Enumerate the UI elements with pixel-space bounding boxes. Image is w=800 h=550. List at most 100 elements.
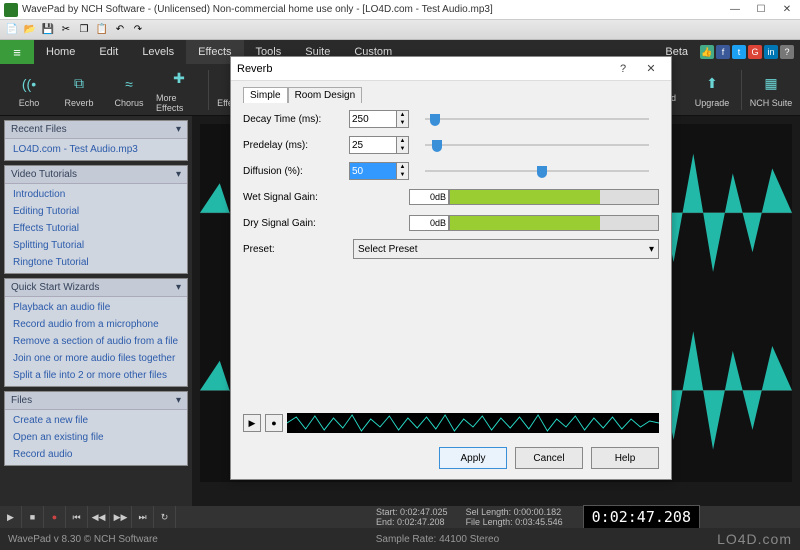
decay-spinner[interactable]: ▲▼ — [397, 110, 409, 128]
upgrade-icon: ⬆ — [700, 72, 724, 96]
predelay-input[interactable]: 25 — [349, 136, 397, 154]
watermark: LO4D.com — [717, 531, 792, 547]
wet-gain-label: Wet Signal Gain: — [243, 192, 349, 203]
tutorial-link[interactable]: Splitting Tutorial — [5, 237, 187, 254]
chevron-down-icon: ▾ — [176, 282, 181, 293]
wizard-link[interactable]: Join one or more audio files together — [5, 350, 187, 367]
qat-undo-icon[interactable]: ↶ — [112, 22, 128, 38]
chevron-down-icon: ▾ — [176, 395, 181, 406]
stop-button[interactable]: ■ — [22, 506, 44, 528]
playhead-time: 0:02:47.208 — [583, 505, 700, 529]
loop-button[interactable]: ↻ — [154, 506, 176, 528]
qat-paste-icon[interactable]: 📋 — [94, 22, 110, 38]
suite-icon: ▦ — [759, 72, 783, 96]
help-icon[interactable]: ? — [780, 45, 794, 59]
qat-open-icon[interactable]: 📂 — [22, 22, 38, 38]
preview-loop-button[interactable]: ● — [265, 414, 283, 432]
dry-gain-value[interactable]: 0dB — [409, 215, 449, 231]
maximize-button[interactable]: ☐ — [748, 0, 774, 20]
ribbon-more-effects[interactable]: ✚More Effects — [156, 67, 202, 113]
prev-button[interactable]: ◀◀ — [88, 506, 110, 528]
tutorial-link[interactable]: Ringtone Tutorial — [5, 254, 187, 271]
qat-save-icon[interactable]: 💾 — [40, 22, 56, 38]
preset-select[interactable]: Select Preset ▾ — [353, 239, 659, 259]
facebook-icon[interactable]: f — [716, 45, 730, 59]
wizard-link[interactable]: Record audio from a microphone — [5, 316, 187, 333]
diffusion-slider[interactable] — [425, 162, 659, 180]
close-button[interactable]: ✕ — [774, 0, 800, 20]
qat-copy-icon[interactable]: ❐ — [76, 22, 92, 38]
chevron-down-icon: ▾ — [176, 124, 181, 135]
more-effects-icon: ✚ — [167, 67, 191, 91]
file-action-link[interactable]: Open an existing file — [5, 429, 187, 446]
menu-edit[interactable]: Edit — [87, 40, 130, 64]
end-button[interactable]: ⏭ — [132, 506, 154, 528]
dialog-titlebar[interactable]: Reverb ? ✕ — [231, 57, 671, 81]
diffusion-spinner[interactable]: ▲▼ — [397, 162, 409, 180]
predelay-label: Predelay (ms): — [243, 140, 349, 151]
recent-file-link[interactable]: LO4D.com - Test Audio.mp3 — [5, 141, 187, 158]
panel-quick-start: Quick Start Wizards ▾ Playback an audio f… — [4, 278, 188, 387]
ribbon-chorus[interactable]: ≈Chorus — [106, 72, 152, 108]
dialog-close-button[interactable]: ✕ — [637, 58, 665, 80]
qat-redo-icon[interactable]: ↷ — [130, 22, 146, 38]
wizard-link[interactable]: Playback an audio file — [5, 299, 187, 316]
wet-gain-value[interactable]: 0dB — [409, 189, 449, 205]
preview-play-button[interactable]: ▶ — [243, 414, 261, 432]
preview-waveform[interactable] — [287, 413, 659, 433]
next-button[interactable]: ▶▶ — [110, 506, 132, 528]
tutorial-link[interactable]: Editing Tutorial — [5, 203, 187, 220]
thumbs-up-icon[interactable]: 👍 — [700, 45, 714, 59]
dry-gain-bar[interactable] — [449, 215, 659, 231]
chevron-down-icon: ▾ — [649, 244, 654, 255]
cancel-button[interactable]: Cancel — [515, 447, 583, 469]
tab-simple[interactable]: Simple — [243, 87, 288, 103]
linkedin-icon[interactable]: in — [764, 45, 778, 59]
diffusion-label: Diffusion (%): — [243, 166, 349, 177]
status-sample-rate: Sample Rate: 44100 Stereo — [376, 534, 499, 545]
menu-levels[interactable]: Levels — [130, 40, 186, 64]
status-bar: WavePad v 8.30 © NCH Software Sample Rat… — [0, 528, 800, 550]
ribbon-reverb[interactable]: ⧉Reverb — [56, 72, 102, 108]
file-length: File Length: 0:03:45.546 — [466, 517, 563, 527]
dialog-title: Reverb — [237, 63, 609, 75]
panel-video-tutorials: Video Tutorials ▾ Introduction Editing Tu… — [4, 165, 188, 274]
chevron-down-icon: ▾ — [176, 169, 181, 180]
wizard-link[interactable]: Remove a section of audio from a file — [5, 333, 187, 350]
diffusion-input[interactable]: 50 — [349, 162, 397, 180]
wizard-link[interactable]: Split a file into 2 or more other files — [5, 367, 187, 384]
record-button[interactable]: ● — [44, 506, 66, 528]
file-action-link[interactable]: Create a new file — [5, 412, 187, 429]
decay-slider[interactable] — [425, 110, 659, 128]
hamburger-menu[interactable]: ≡ — [0, 40, 34, 64]
chorus-icon: ≈ — [117, 72, 141, 96]
ribbon-nch-suite[interactable]: ▦NCH Suite — [748, 72, 794, 108]
ribbon-upgrade[interactable]: ⬆Upgrade — [689, 72, 735, 108]
wet-gain-bar[interactable] — [449, 189, 659, 205]
decay-label: Decay Time (ms): — [243, 114, 349, 125]
minimize-button[interactable]: — — [722, 0, 748, 20]
dialog-preview-bar: ▶ ● — [243, 411, 659, 435]
window-titlebar: WavePad by NCH Software - (Unlicensed) N… — [0, 0, 800, 20]
tutorial-link[interactable]: Introduction — [5, 186, 187, 203]
apply-button[interactable]: Apply — [439, 447, 507, 469]
ribbon-echo[interactable]: ((•Echo — [6, 72, 52, 108]
tab-room-design[interactable]: Room Design — [288, 87, 363, 103]
googleplus-icon[interactable]: G — [748, 45, 762, 59]
predelay-slider[interactable] — [425, 136, 659, 154]
predelay-spinner[interactable]: ▲▼ — [397, 136, 409, 154]
file-action-link[interactable]: Record audio — [5, 446, 187, 463]
menu-home[interactable]: Home — [34, 40, 87, 64]
panel-title: Video Tutorials — [11, 169, 77, 180]
sel-length: Sel Length: 0:00:00.182 — [466, 507, 563, 517]
dialog-help-button[interactable]: ? — [609, 58, 637, 80]
rewind-button[interactable]: ⏮ — [66, 506, 88, 528]
qat-cut-icon[interactable]: ✂ — [58, 22, 74, 38]
play-button[interactable]: ▶ — [0, 506, 22, 528]
qat-new-icon[interactable]: 📄 — [4, 22, 20, 38]
panel-title: Quick Start Wizards — [11, 282, 99, 293]
twitter-icon[interactable]: t — [732, 45, 746, 59]
tutorial-link[interactable]: Effects Tutorial — [5, 220, 187, 237]
help-button[interactable]: Help — [591, 447, 659, 469]
decay-input[interactable]: 250 — [349, 110, 397, 128]
